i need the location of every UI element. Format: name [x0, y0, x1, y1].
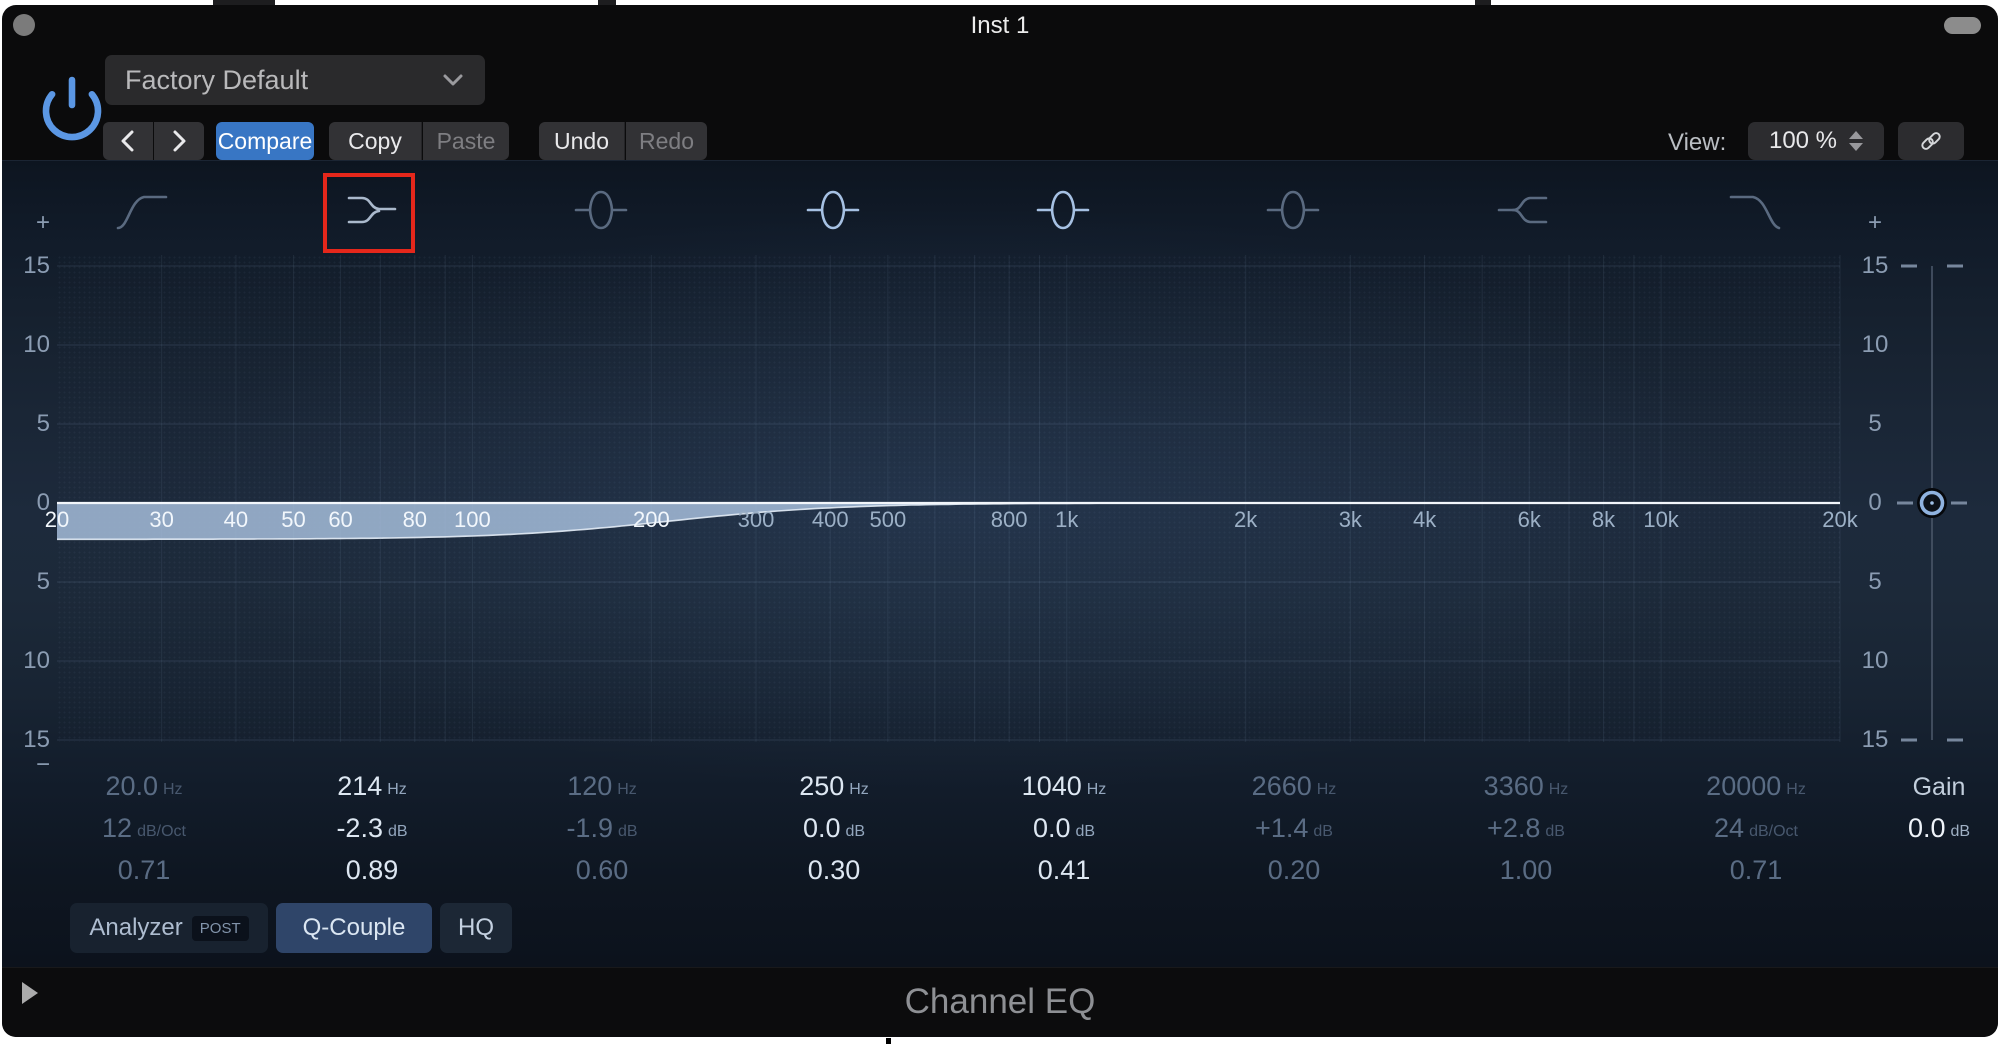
- plugin-window: Inst 1 Factory Default Compare Copy Past…: [2, 5, 1998, 1037]
- band-3-gain[interactable]: -1.9: [566, 813, 613, 844]
- band-4-frequency[interactable]: 250: [799, 771, 844, 802]
- band-1-slope[interactable]: 12: [102, 813, 132, 844]
- plugin-name: Channel EQ: [2, 982, 1998, 1022]
- band-1-frequency[interactable]: 20.0: [105, 771, 158, 802]
- plugin-footer: Channel EQ: [2, 967, 1998, 1037]
- band-3-readout[interactable]: 120Hz -1.9dB 0.60: [508, 765, 696, 891]
- band-5-q[interactable]: 0.41: [1038, 855, 1091, 886]
- band-4-readout[interactable]: 250Hz 0.0dB 0.30: [740, 765, 928, 891]
- band-7-gain[interactable]: +2.8: [1487, 813, 1540, 844]
- band-5-gain[interactable]: 0.0: [1033, 813, 1071, 844]
- band-8-lowpass-icon[interactable]: [1727, 187, 1783, 233]
- band-2-readout[interactable]: 214Hz -2.3dB 0.89: [278, 765, 466, 891]
- band-1-readout[interactable]: 20.0Hz 12dB/Oct 0.71: [50, 765, 238, 891]
- band-1-highpass-icon[interactable]: [114, 187, 170, 233]
- band-4-bell-icon[interactable]: [804, 187, 860, 233]
- band-5-frequency[interactable]: 1040: [1022, 771, 1082, 802]
- band-3-bell-icon[interactable]: [572, 187, 628, 233]
- band-6-readout[interactable]: 2660Hz +1.4dB 0.20: [1200, 765, 1388, 891]
- band-6-frequency[interactable]: 2660: [1252, 771, 1312, 802]
- band-8-readout[interactable]: 20000Hz 24dB/Oct 0.71: [1662, 765, 1850, 891]
- q-couple-label: Q-Couple: [303, 914, 406, 942]
- band-7-frequency[interactable]: 3360: [1484, 771, 1544, 802]
- band-2-gain[interactable]: -2.3: [336, 813, 383, 844]
- band-8-q[interactable]: 0.71: [1730, 855, 1783, 886]
- band-6-q[interactable]: 0.20: [1268, 855, 1321, 886]
- gain-label: Gain: [1864, 773, 1998, 802]
- band-6-gain[interactable]: +1.4: [1255, 813, 1308, 844]
- band-5-readout[interactable]: 1040Hz 0.0dB 0.41: [970, 765, 1158, 891]
- band-2-lowshelf-icon[interactable]: [342, 187, 398, 233]
- hq-button[interactable]: HQ: [440, 903, 512, 953]
- band-2-q[interactable]: 0.89: [346, 855, 399, 886]
- q-couple-button[interactable]: Q-Couple: [276, 903, 432, 953]
- gain-value[interactable]: 0.0: [1908, 813, 1946, 844]
- band-4-q[interactable]: 0.30: [808, 855, 861, 886]
- hq-label: HQ: [458, 914, 494, 942]
- band-5-bell-icon[interactable]: [1034, 187, 1090, 233]
- band-2-frequency[interactable]: 214: [337, 771, 382, 802]
- background-artifact: [886, 1038, 891, 1044]
- band-8-slope[interactable]: 24: [1714, 813, 1744, 844]
- band-3-frequency[interactable]: 120: [567, 771, 612, 802]
- analyzer-post-badge[interactable]: POST: [192, 916, 249, 941]
- band-7-highshelf-icon[interactable]: [1496, 187, 1552, 233]
- eq-curve-fill: [57, 503, 1840, 539]
- band-7-readout[interactable]: 3360Hz +2.8dB 1.00: [1432, 765, 1620, 891]
- band-6-bell-icon[interactable]: [1264, 187, 1320, 233]
- gain-readout[interactable]: 0.0 dB: [1864, 813, 1998, 844]
- analyzer-button[interactable]: Analyzer POST: [70, 903, 268, 953]
- analyzer-label: Analyzer: [89, 914, 182, 942]
- band-3-q[interactable]: 0.60: [576, 855, 629, 886]
- band-8-frequency[interactable]: 20000: [1706, 771, 1781, 802]
- band-1-q[interactable]: 0.71: [118, 855, 171, 886]
- band-4-gain[interactable]: 0.0: [803, 813, 841, 844]
- band-7-q[interactable]: 1.00: [1500, 855, 1553, 886]
